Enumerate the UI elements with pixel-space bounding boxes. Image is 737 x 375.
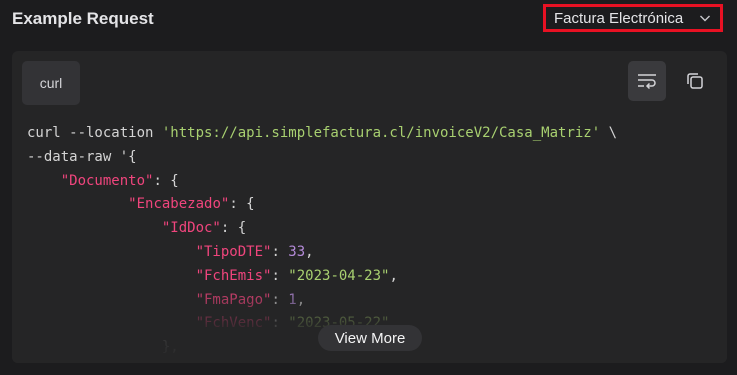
code-token: ,	[305, 243, 314, 260]
code-token: "TipoDTE"	[195, 243, 272, 260]
code-token: curl --location	[27, 125, 162, 141]
code-token: : {	[220, 220, 247, 237]
code-token: "Documento"	[60, 172, 154, 189]
code-token: "Encabezado"	[128, 196, 230, 213]
code-token: : {	[153, 172, 179, 189]
code-token: },	[161, 339, 179, 356]
code-token: "FchVenc"	[195, 315, 272, 332]
code-panel: curl curl --location 'https://api.simple…	[12, 51, 727, 363]
tab-curl[interactable]: curl	[22, 61, 80, 105]
code-token: ,	[296, 291, 306, 308]
code-token: "FmaPago"	[195, 291, 272, 308]
code-line: "FmaPago": 1,	[27, 289, 617, 313]
code-token: :	[271, 315, 289, 332]
code-token: "2023-04-23"	[288, 267, 390, 284]
wrap-lines-icon	[638, 74, 656, 90]
code-token: 'https://api.simplefactura.cl/invoiceV2/…	[161, 125, 601, 141]
view-more-button[interactable]: View More	[318, 325, 422, 351]
document-type-value: Factura Electrónica	[554, 9, 684, 27]
code-line: --data-raw '{	[27, 146, 617, 170]
code-token: \	[600, 125, 618, 141]
example-request-section: Example Request Factura Electrónica curl…	[0, 0, 737, 375]
code-line: "Encabezado": {	[27, 193, 617, 217]
code-token: 1	[288, 291, 297, 308]
code-token: "FchEmis"	[195, 267, 272, 284]
document-type-select[interactable]: Factura Electrónica	[543, 4, 723, 32]
copy-button[interactable]	[676, 61, 714, 101]
code-token: :	[271, 291, 289, 308]
section-title: Example Request	[12, 9, 154, 28]
code-line: curl --location 'https://api.simplefactu…	[27, 122, 617, 146]
wrap-lines-button[interactable]	[628, 61, 666, 101]
code-line: "TipoDTE": 33,	[27, 241, 617, 265]
code-token: :	[271, 243, 289, 260]
copy-icon	[687, 73, 703, 89]
code-line: "FchEmis": "2023-04-23",	[27, 265, 617, 289]
code-token: ,	[389, 267, 398, 284]
chevron-down-icon	[700, 15, 710, 22]
code-token: :	[271, 267, 289, 284]
code-line: "IdDoc": {	[27, 217, 617, 241]
code-line: "Documento": {	[27, 170, 617, 194]
code-block: curl --location 'https://api.simplefactu…	[27, 122, 617, 360]
code-token: : {	[229, 196, 255, 213]
code-token: 33	[288, 243, 306, 260]
code-token: "IdDoc"	[161, 220, 221, 237]
code-token: --data-raw '{	[27, 148, 137, 165]
